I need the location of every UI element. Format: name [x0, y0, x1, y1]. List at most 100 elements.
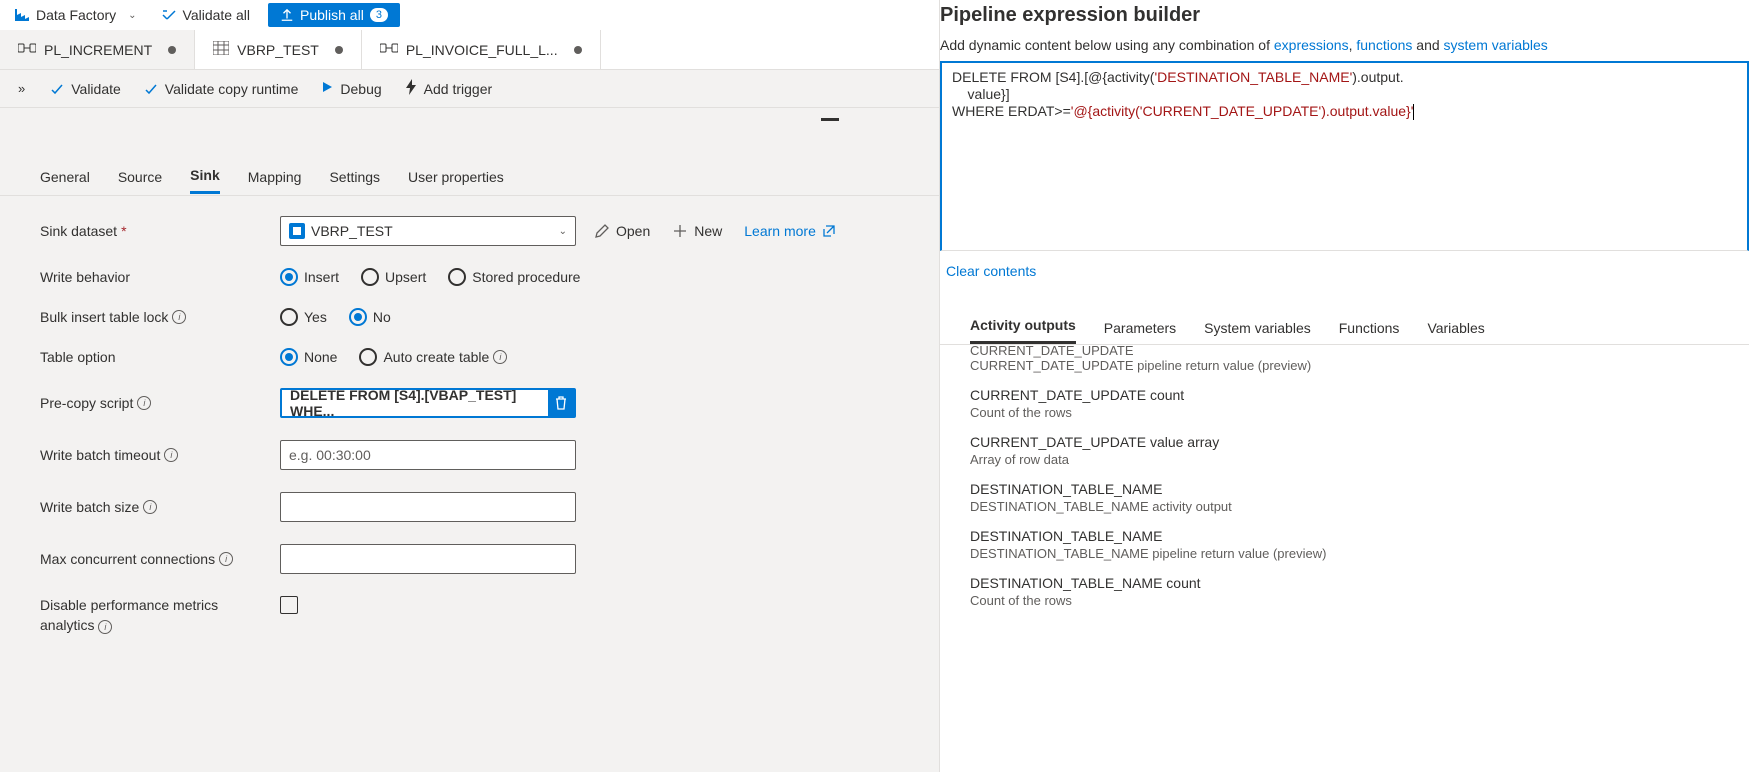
tab-general[interactable]: General — [40, 161, 90, 193]
pre-copy-script-input[interactable]: DELETE FROM [S4].[VBAP_TEST] WHE... — [280, 388, 576, 418]
info-icon[interactable]: i — [98, 620, 112, 634]
file-tab-pl-invoice[interactable]: PL_INVOICE_FULL_L... — [362, 30, 601, 69]
info-icon[interactable]: i — [137, 396, 151, 410]
tab-system-variables[interactable]: System variables — [1204, 312, 1311, 344]
table-option-label: Table option — [40, 349, 280, 365]
open-dataset-button[interactable]: Open — [594, 223, 650, 239]
add-trigger-button[interactable]: Add trigger — [404, 79, 492, 98]
info-icon[interactable]: i — [219, 552, 233, 566]
tab-user-properties[interactable]: User properties — [408, 161, 504, 193]
publish-all-button[interactable]: Publish all 3 — [268, 3, 400, 27]
activity-config-tabs: General Source Sink Mapping Settings Use… — [0, 158, 939, 196]
disable-metrics-label: Disable performance metricsanalytics i — [40, 596, 280, 635]
activity-outputs-list: CURRENT_DATE_UPDATE CURRENT_DATE_UPDATE … — [940, 345, 1749, 610]
radio-icon — [448, 268, 466, 286]
pipeline-icon — [380, 41, 398, 58]
tab-sink[interactable]: Sink — [190, 159, 220, 194]
table-option-auto[interactable]: Auto create table i — [359, 348, 507, 366]
validate-button[interactable]: Validate — [49, 81, 121, 97]
expression-builder-title: Pipeline expression builder — [940, 4, 1749, 27]
upload-icon — [280, 8, 294, 22]
tab-parameters[interactable]: Parameters — [1104, 312, 1176, 344]
tab-activity-outputs[interactable]: Activity outputs — [970, 309, 1076, 344]
publish-count-badge: 3 — [370, 8, 388, 22]
list-item[interactable]: CURRENT_DATE_UPDATE CURRENT_DATE_UPDATE … — [970, 345, 1719, 373]
tab-source[interactable]: Source — [118, 161, 162, 193]
trash-icon — [554, 395, 568, 411]
list-item[interactable]: CURRENT_DATE_UPDATE countCount of the ro… — [970, 387, 1719, 420]
play-icon — [320, 80, 334, 97]
new-dataset-button[interactable]: New — [672, 223, 722, 239]
batch-size-label: Write batch size i — [40, 499, 280, 515]
pipeline-action-bar: » Validate Validate copy runtime Debug A… — [0, 70, 939, 108]
expression-builder-description: Add dynamic content below using any comb… — [940, 37, 1749, 53]
external-link-icon — [822, 224, 836, 238]
list-item[interactable]: DESTINATION_TABLE_NAME countCount of the… — [970, 575, 1719, 608]
bulk-lock-yes[interactable]: Yes — [280, 308, 327, 326]
drag-handle-icon[interactable] — [821, 118, 839, 121]
write-behavior-insert[interactable]: Insert — [280, 268, 339, 286]
bulk-lock-no[interactable]: No — [349, 308, 391, 326]
validate-all-button[interactable]: Validate all — [153, 5, 258, 25]
radio-icon — [359, 348, 377, 366]
delete-script-button[interactable] — [548, 390, 574, 416]
batch-size-input[interactable] — [280, 492, 576, 522]
sink-dataset-label: Sink dataset* — [40, 223, 280, 239]
info-icon[interactable]: i — [493, 350, 507, 364]
factory-icon — [14, 7, 30, 23]
batch-timeout-label: Write batch timeout i — [40, 447, 280, 463]
service-switcher[interactable]: Data Factory ⌄ — [8, 5, 143, 25]
top-toolbar: Data Factory ⌄ Validate all Publish all … — [0, 0, 939, 30]
validate-copy-runtime-button[interactable]: Validate copy runtime — [143, 81, 299, 97]
write-behavior-group: Insert Upsert Stored procedure — [280, 268, 580, 286]
write-behavior-upsert[interactable]: Upsert — [361, 268, 426, 286]
list-item[interactable]: DESTINATION_TABLE_NAMEDESTINATION_TABLE_… — [970, 481, 1719, 514]
write-behavior-sp[interactable]: Stored procedure — [448, 268, 580, 286]
pipeline-icon — [18, 41, 36, 58]
chevron-down-icon: ⌄ — [559, 226, 567, 237]
service-name: Data Factory — [36, 7, 116, 23]
max-concurrent-input[interactable] — [280, 544, 576, 574]
radio-icon — [280, 308, 298, 326]
functions-link[interactable]: functions — [1356, 37, 1412, 53]
write-behavior-label: Write behavior — [40, 269, 280, 285]
info-icon[interactable]: i — [172, 310, 186, 324]
expand-toggle-icon[interactable]: » — [18, 81, 25, 96]
expression-helper-tabs: Activity outputs Parameters System varia… — [940, 305, 1749, 345]
expressions-link[interactable]: expressions — [1274, 37, 1349, 53]
list-item[interactable]: CURRENT_DATE_UPDATE value arrayArray of … — [970, 434, 1719, 467]
plus-icon — [672, 223, 688, 239]
table-option-none[interactable]: None — [280, 348, 337, 366]
radio-icon — [349, 308, 367, 326]
sink-form: Sink dataset* VBRP_TEST ⌄ Open — [0, 196, 939, 677]
radio-icon — [280, 348, 298, 366]
clear-contents-link[interactable]: Clear contents — [940, 251, 1042, 291]
file-tab-pl-increment[interactable]: PL_INCREMENT — [0, 30, 195, 69]
info-icon[interactable]: i — [164, 448, 178, 462]
sink-dataset-select[interactable]: VBRP_TEST ⌄ — [280, 216, 576, 246]
expression-editor[interactable]: DELETE FROM [S4].[@{activity('DESTINATIO… — [940, 61, 1749, 251]
check-icon — [143, 81, 159, 97]
learn-more-link[interactable]: Learn more — [744, 223, 836, 239]
radio-icon — [280, 268, 298, 286]
list-item[interactable]: DESTINATION_TABLE_NAMEDESTINATION_TABLE_… — [970, 528, 1719, 561]
tab-functions[interactable]: Functions — [1339, 312, 1400, 344]
tab-mapping[interactable]: Mapping — [248, 161, 302, 193]
debug-button[interactable]: Debug — [320, 80, 381, 97]
system-variables-link[interactable]: system variables — [1444, 37, 1548, 53]
batch-timeout-input[interactable]: e.g. 00:30:00 — [280, 440, 576, 470]
info-icon[interactable]: i — [143, 500, 157, 514]
file-tab-vbrp-test[interactable]: VBRP_TEST — [195, 30, 362, 69]
pre-copy-label: Pre-copy script i — [40, 395, 280, 411]
sql-icon — [289, 223, 305, 239]
table-icon — [213, 41, 229, 58]
check-icon — [49, 81, 65, 97]
check-mark-icon — [161, 7, 177, 23]
tab-variables[interactable]: Variables — [1427, 312, 1484, 344]
canvas-collapsed-strip — [0, 108, 939, 158]
chevron-down-icon: ⌄ — [128, 10, 136, 21]
bulk-lock-group: Yes No — [280, 308, 391, 326]
table-option-group: None Auto create table i — [280, 348, 507, 366]
tab-settings[interactable]: Settings — [329, 161, 380, 193]
disable-metrics-checkbox[interactable] — [280, 596, 298, 614]
